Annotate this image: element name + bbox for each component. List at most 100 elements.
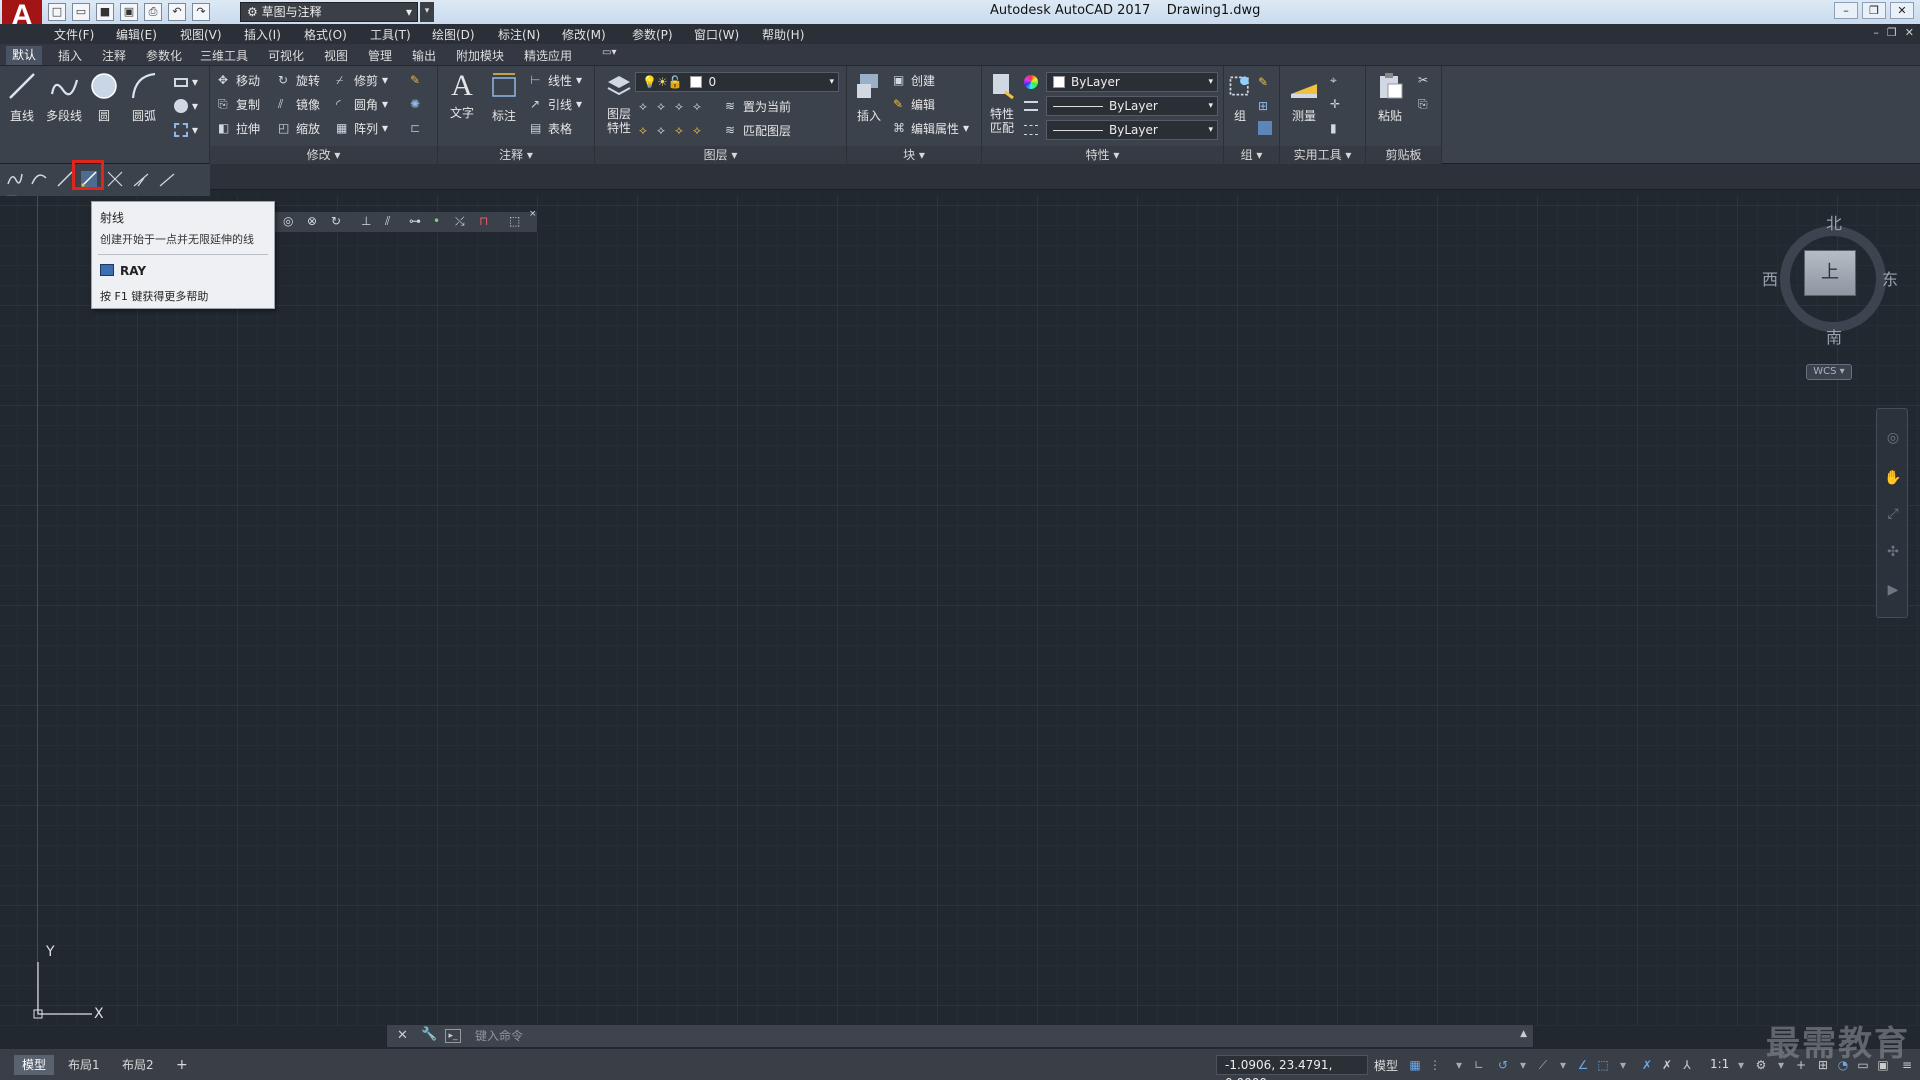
isodraft-icon[interactable]: ⟋	[1536, 1058, 1550, 1072]
linetype-dropdown[interactable]: ByLayer ▾	[1046, 96, 1218, 116]
object-snap-tracking-icon[interactable]: ∠	[1576, 1058, 1590, 1072]
tab-parametric[interactable]: 参数化	[146, 47, 182, 64]
restore-button[interactable]: ❐	[1862, 2, 1886, 19]
fillet-button[interactable]: ◜ 圆角 ▾	[336, 94, 388, 114]
compass-east[interactable]: 东	[1882, 266, 1898, 290]
layout-tab-layout2[interactable]: 布局2	[114, 1055, 162, 1075]
layer-properties-button[interactable]: 图层 特性	[599, 70, 639, 135]
menu-parametric[interactable]: 参数(P)	[632, 26, 673, 43]
ungroup-button[interactable]: ✎	[1258, 72, 1272, 92]
model-space-toggle[interactable]: 模型	[1374, 1057, 1398, 1074]
paste-button[interactable]: 粘贴	[1372, 70, 1408, 124]
edit-attributes-dropdown[interactable]: ⌘ 编辑属性 ▾	[893, 118, 969, 138]
chevron-down-icon[interactable]: ▾	[1452, 1058, 1466, 1072]
menu-dimension[interactable]: 标注(N)	[498, 26, 540, 43]
lineweight-dropdown[interactable]: ByLayer ▾	[1046, 120, 1218, 140]
layer-isolate-icon[interactable]: ⟡	[657, 99, 671, 113]
viewcube-top-face[interactable]: 上	[1804, 250, 1856, 296]
menu-format[interactable]: 格式(O)	[304, 26, 347, 43]
drawing-canvas[interactable]	[0, 196, 1920, 1026]
doc-minimize-icon[interactable]: –	[1873, 26, 1879, 39]
customize-qat-button[interactable]: ▾	[420, 2, 434, 22]
divide-icon[interactable]	[132, 170, 150, 188]
save-as-icon[interactable]: ▣	[120, 3, 138, 21]
explode-button[interactable]: ✺	[410, 94, 424, 114]
minimize-button[interactable]: –	[1834, 2, 1858, 19]
close-icon[interactable]: ×	[529, 209, 537, 219]
offset-button[interactable]: ⊏	[410, 118, 424, 138]
polar-tracking-icon[interactable]: ↺	[1496, 1058, 1510, 1072]
match-properties-button[interactable]: 特性 匹配	[984, 70, 1020, 135]
menu-window[interactable]: 窗口(W)	[694, 26, 739, 43]
ortho-icon[interactable]: ∟	[1472, 1058, 1486, 1072]
object-snap-icon[interactable]: ⬚	[1596, 1058, 1610, 1072]
erase-button[interactable]: ✎	[410, 70, 424, 90]
menu-edit[interactable]: 编辑(E)	[116, 26, 157, 43]
doc-close-icon[interactable]: ✕	[1905, 26, 1914, 39]
layer-dropdown[interactable]: 💡☀🔓 0 ▾	[635, 72, 839, 92]
tab-featured-apps[interactable]: 精选应用	[524, 47, 572, 64]
close-button[interactable]: ✕	[1890, 2, 1914, 19]
perpendicular-snap-icon[interactable]: ⊥	[361, 214, 371, 228]
layer-off-icon[interactable]: ⟡	[639, 99, 653, 113]
snap-icon[interactable]: ⋮	[1428, 1058, 1442, 1072]
layers-panel-title[interactable]: 图层 ▾	[595, 146, 846, 164]
tab-visualize[interactable]: 可视化	[268, 47, 304, 64]
coordinates-readout[interactable]: -1.0906, 23.4791, 0.0000	[1216, 1055, 1368, 1080]
compass-north[interactable]: 北	[1826, 210, 1842, 234]
parallel-snap-icon[interactable]: ⫽	[385, 214, 390, 229]
workspace-dropdown[interactable]: ⚙ 草图与注释 ▾	[240, 2, 418, 22]
chevron-down-icon[interactable]: ▾	[1556, 1058, 1570, 1072]
match-layer-button[interactable]: ≋ 匹配图层	[725, 120, 791, 140]
menu-help[interactable]: 帮助(H)	[762, 26, 804, 43]
auto-scale-icon[interactable]: ✗	[1660, 1058, 1674, 1072]
hatch-dropdown[interactable]: ▾	[174, 96, 198, 116]
add-layout-icon[interactable]: +	[168, 1055, 196, 1075]
tab-insert[interactable]: 插入	[58, 47, 82, 64]
chevron-down-icon[interactable]: ▾	[1734, 1058, 1748, 1072]
spline-cv-icon[interactable]	[30, 170, 48, 188]
open-file-icon[interactable]: ▭	[72, 3, 90, 21]
wcs-menu[interactable]: WCS ▾	[1806, 364, 1852, 380]
polyline-button[interactable]: 多段线	[44, 70, 84, 124]
layer-freeze-icon[interactable]: ⟡	[675, 99, 689, 113]
rotate-button[interactable]: ↻ 旋转	[278, 70, 320, 90]
annotation-visibility-icon[interactable]: ✗	[1640, 1058, 1654, 1072]
node-snap-icon[interactable]: •	[433, 214, 440, 228]
menu-tools[interactable]: 工具(T)	[370, 26, 411, 43]
save-icon[interactable]: ■	[96, 3, 114, 21]
compass-west[interactable]: 西	[1762, 266, 1778, 290]
layer-unlock-icon[interactable]: ⟡	[675, 123, 689, 137]
steering-wheel-icon[interactable]: ◎	[1884, 429, 1902, 447]
multiple-points-icon[interactable]	[106, 170, 124, 188]
group-button[interactable]: 组	[1226, 70, 1254, 124]
cut-button[interactable]: ✂	[1418, 70, 1432, 90]
quadrant-snap-icon[interactable]: ⊗	[307, 214, 317, 228]
stretch-button[interactable]: ◧ 拉伸	[218, 118, 260, 138]
layer-on-icon[interactable]: ⟡	[639, 123, 653, 137]
nearest-snap-icon[interactable]: ⤯	[455, 214, 465, 229]
calculator-button[interactable]: ▮	[1330, 118, 1344, 138]
annotation-panel-title[interactable]: 注释 ▾	[438, 146, 594, 164]
leader-dropdown[interactable]: ↗ 引线 ▾	[530, 94, 582, 114]
undo-icon[interactable]: ↶	[168, 3, 186, 21]
doc-restore-icon[interactable]: ❐	[1887, 26, 1897, 39]
tab-3d-tools[interactable]: 三维工具	[200, 47, 248, 64]
center-snap-icon[interactable]: ◎	[283, 214, 293, 228]
layout-tab-model[interactable]: 模型	[14, 1055, 55, 1075]
array-button[interactable]: ▦ 阵列 ▾	[336, 118, 388, 138]
chevron-up-icon[interactable]: ▲	[1520, 1029, 1527, 1039]
viewcube[interactable]: 北 南 东 西 上	[1762, 214, 1898, 347]
menu-draw[interactable]: 绘图(D)	[432, 26, 475, 43]
tab-manage[interactable]: 管理	[368, 47, 392, 64]
boundary-dropdown[interactable]: ▾	[174, 120, 198, 140]
table-button[interactable]: ▤ 表格	[530, 118, 572, 138]
layout-tab-layout1[interactable]: 布局1	[60, 1055, 108, 1075]
new-file-icon[interactable]: □	[48, 3, 66, 21]
quick-select-button[interactable]: ⌖	[1330, 70, 1344, 90]
layer-thaw-icon[interactable]: ⟡	[657, 123, 671, 137]
block-panel-title[interactable]: 块 ▾	[847, 146, 981, 164]
linear-dim-dropdown[interactable]: ⊢ 线性 ▾	[530, 70, 582, 90]
layer-unisolate-icon[interactable]: ⟡	[693, 123, 707, 137]
properties-panel-title[interactable]: 特性 ▾	[982, 146, 1223, 164]
